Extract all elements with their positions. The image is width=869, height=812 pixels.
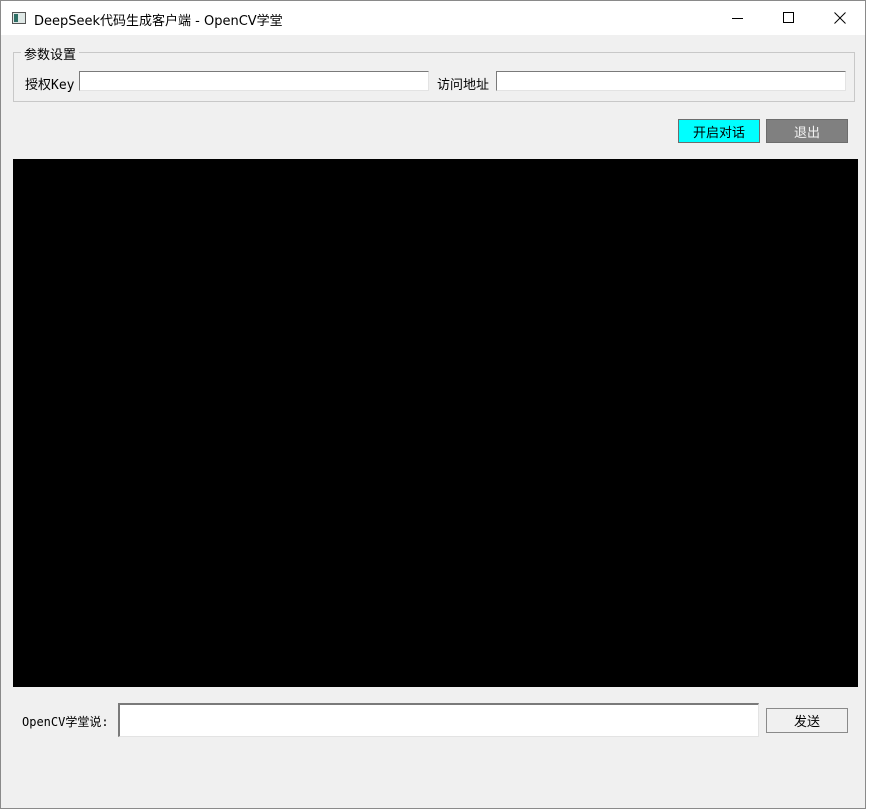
auth-key-label: 授权Key — [25, 78, 75, 93]
start-chat-button[interactable]: 开启对话 — [678, 119, 760, 143]
auth-key-input[interactable] — [79, 71, 429, 91]
close-button[interactable] — [816, 1, 864, 35]
app-window: DeepSeek代码生成客户端 - OpenCV学堂 参数设置 授权Key 访问… — [0, 0, 866, 809]
exit-button[interactable]: 退出 — [766, 119, 848, 143]
url-label: 访问地址 — [437, 78, 490, 93]
send-button[interactable]: 发送 — [766, 708, 848, 733]
url-input[interactable] — [496, 71, 846, 91]
close-icon — [834, 12, 846, 24]
maximize-button[interactable] — [765, 1, 813, 35]
app-window-icon — [12, 12, 26, 24]
chat-prompt-label: OpenCV学堂说: — [22, 715, 109, 729]
title-bar[interactable]: DeepSeek代码生成客户端 - OpenCV学堂 — [1, 1, 865, 35]
minimize-icon — [732, 18, 743, 19]
chat-output-console[interactable] — [13, 159, 858, 687]
window-title: DeepSeek代码生成客户端 - OpenCV学堂 — [34, 14, 283, 29]
settings-group-title: 参数设置 — [21, 44, 80, 63]
minimize-button[interactable] — [714, 1, 762, 35]
chat-input[interactable] — [118, 703, 759, 737]
maximize-icon — [783, 12, 794, 23]
